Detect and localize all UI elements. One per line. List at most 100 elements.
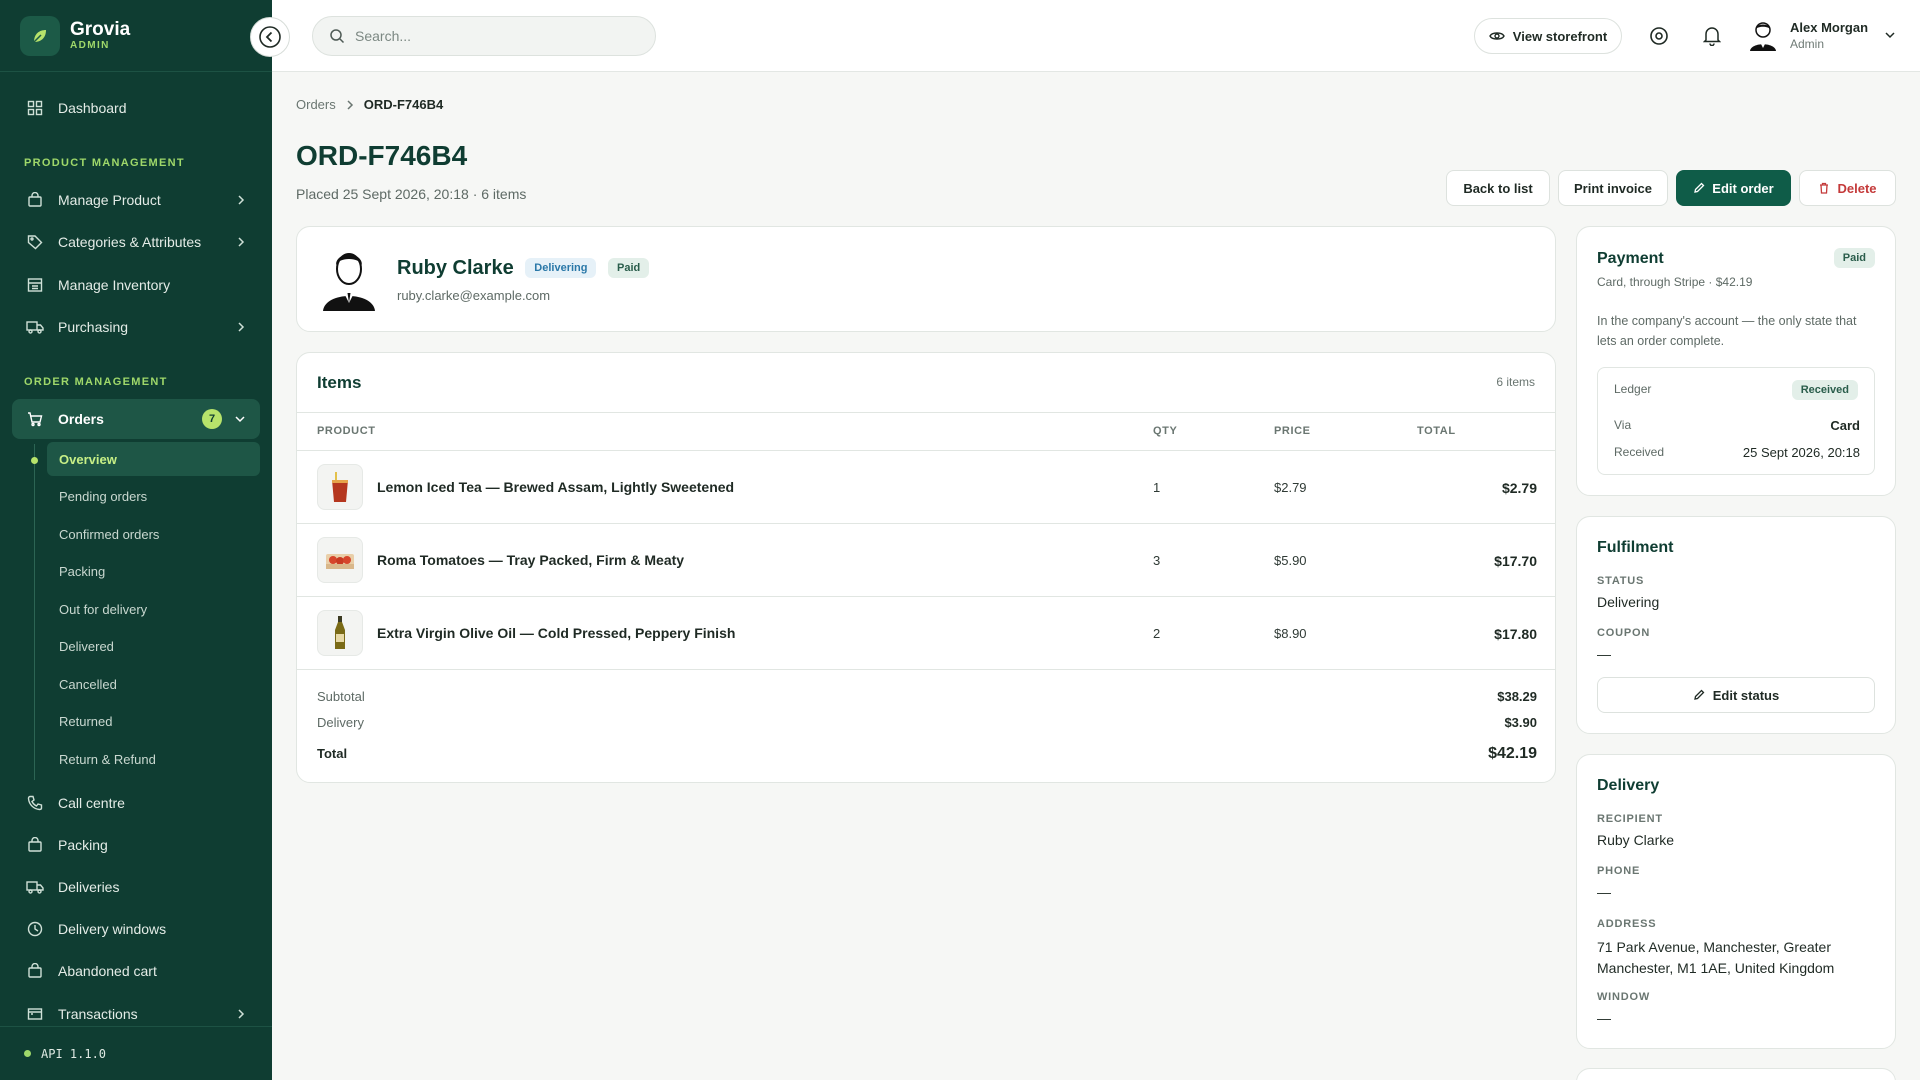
customer-name-text: Ruby Clarke — [397, 257, 514, 279]
sidebar-item-orders[interactable]: Orders 7 — [12, 399, 260, 439]
pencil-icon — [1694, 182, 1705, 193]
leaf-logo-icon — [20, 15, 60, 56]
sidebar-subitem-delivered[interactable]: Delivered — [47, 629, 260, 663]
search-box[interactable] — [312, 16, 656, 56]
sidebar-item-label: Transactions — [58, 1006, 138, 1022]
total-value: $42.19 — [1488, 745, 1537, 762]
section-order-management: ORDER MANAGEMENT — [24, 376, 168, 388]
sidebar-subitem-cancelled[interactable]: Cancelled — [47, 667, 260, 701]
search-input[interactable] — [355, 28, 635, 44]
status-label: STATUS — [1597, 575, 1645, 587]
items-count: 6 items — [1496, 375, 1535, 389]
avatar — [1750, 22, 1776, 51]
sidebar-subitem-confirmed[interactable]: Confirmed orders — [47, 517, 260, 551]
sidebar-subitem-return-refund[interactable]: Return & Refund — [47, 742, 260, 776]
column-header-total: TOTAL — [1417, 425, 1456, 437]
user-menu[interactable]: Alex Morgan Admin — [1746, 18, 1896, 52]
ledger-received: Received 25 Sept 2026, 20:18 — [1614, 445, 1860, 460]
topbar: View storefront Alex Morgan Admin — [272, 0, 1920, 72]
sidebar-item-call-centre[interactable]: Call centre — [12, 783, 260, 823]
sidebar-item-label: Purchasing — [58, 319, 129, 335]
subtotal-label: Subtotal — [317, 689, 365, 704]
sidebar-item-categories[interactable]: Categories & Attributes — [12, 222, 260, 262]
warehouse-icon — [26, 276, 44, 294]
collapse-sidebar-button[interactable] — [250, 17, 290, 57]
edit-order-button[interactable]: Edit order — [1676, 170, 1791, 206]
view-storefront-button[interactable]: View storefront — [1474, 18, 1622, 54]
sidebar-subitem-returned[interactable]: Returned — [47, 704, 260, 738]
sidebar-item-label: Call centre — [58, 795, 125, 811]
chevron-right-icon — [347, 99, 353, 110]
edit-status-button[interactable]: Edit status — [1597, 677, 1875, 713]
notifications-button[interactable] — [1700, 24, 1724, 48]
chevron-left-circle-icon — [259, 26, 281, 48]
qty-cell: 2 — [1153, 626, 1161, 641]
user-role: Admin — [1790, 36, 1825, 51]
sidebar-item-abandoned-cart[interactable]: Abandoned cart — [12, 951, 260, 991]
order-subtitle: Placed 25 Sept 2026, 20:18 · 6 items — [296, 186, 527, 202]
table-row[interactable]: Roma Tomatoes — Tray Packed, Firm & Meat… — [297, 523, 1555, 596]
product-name[interactable]: Roma Tomatoes — Tray Packed, Firm & Meat… — [377, 552, 684, 568]
product-name[interactable]: Extra Virgin Olive Oil — Cold Pressed, P… — [377, 625, 735, 641]
sidebar-item-label: Abandoned cart — [58, 963, 157, 979]
product-name[interactable]: Lemon Iced Tea — Brewed Assam, Lightly S… — [377, 479, 734, 495]
sidebar-item-label: Categories & Attributes — [58, 234, 202, 250]
back-to-list-button[interactable]: Back to list — [1446, 170, 1550, 206]
status-value: Delivering — [1597, 594, 1660, 610]
table-row[interactable]: Extra Virgin Olive Oil — Cold Pressed, P… — [297, 596, 1555, 669]
window-label: WINDOW — [1597, 991, 1651, 1003]
sidebar-item-manage-product[interactable]: Manage Product — [12, 180, 260, 220]
fulfilment-title: Fulfilment — [1597, 539, 1674, 556]
phone-label: PHONE — [1597, 865, 1641, 877]
customer-email: ruby.clarke@example.com — [397, 288, 551, 303]
settings-button[interactable] — [1647, 24, 1671, 48]
via-value: Card — [1830, 418, 1860, 433]
sidebar-subitem-out-for-delivery[interactable]: Out for delivery — [47, 592, 260, 626]
total-line: Total $42.19 — [317, 745, 1537, 762]
eye-icon — [1489, 32, 1505, 40]
grid-icon — [26, 99, 44, 117]
sidebar-item-packing[interactable]: Packing — [12, 825, 260, 865]
customer-card: Ruby Clarke Delivering Paid ruby.clarke@… — [296, 226, 1556, 332]
sidebar-item-delivery-windows[interactable]: Delivery windows — [12, 909, 260, 949]
payment-status-badge: Paid — [1833, 248, 1875, 268]
payment-note: In the company's account — the only stat… — [1597, 314, 1857, 348]
sidebar-subitem-pending[interactable]: Pending orders — [47, 479, 260, 513]
breadcrumb-current: ORD-F746B4 — [363, 97, 444, 112]
edit-label: Edit order — [1712, 180, 1774, 196]
delivery-line: Delivery $3.90 — [317, 715, 1537, 730]
table-row[interactable]: Lemon Iced Tea — Brewed Assam, Lightly S… — [297, 450, 1555, 523]
sidebar-item-dashboard[interactable]: Dashboard — [12, 88, 260, 128]
column-header-qty: QTY — [1153, 425, 1178, 437]
sidebar-subitem-packing[interactable]: Packing — [47, 554, 260, 588]
active-dot — [31, 457, 38, 464]
sidebar-item-deliveries[interactable]: Deliveries — [12, 867, 260, 907]
sidebar: Grovia ADMIN Dashboard PRODUCT MANAGEMEN… — [0, 0, 272, 1080]
chevron-down-icon — [1885, 32, 1895, 39]
status-dot — [24, 1050, 31, 1057]
print-invoice-button[interactable]: Print invoice — [1558, 170, 1668, 206]
delete-label: Delete — [1837, 180, 1877, 196]
fulfilment-card: Fulfilment STATUS Delivering COUPON — Ed… — [1576, 516, 1896, 734]
tomato-tray-icon — [317, 537, 363, 583]
delete-button[interactable]: Delete — [1799, 170, 1896, 206]
price-cell: $2.79 — [1274, 480, 1307, 495]
sidebar-item-label: Orders — [58, 411, 104, 427]
back-label: Back to list — [1463, 180, 1533, 196]
phone-icon — [26, 794, 44, 812]
chevron-right-icon — [236, 235, 246, 251]
subtotal-line: Subtotal $38.29 — [317, 689, 1537, 704]
brand[interactable]: Grovia ADMIN — [0, 0, 272, 72]
trash-icon — [1820, 182, 1829, 194]
bag-icon — [26, 836, 44, 854]
payment-method: Card, through Stripe · $42.19 — [1597, 275, 1753, 289]
sidebar-item-inventory[interactable]: Manage Inventory — [12, 265, 260, 305]
breadcrumb-orders[interactable]: Orders — [296, 97, 336, 112]
chevron-right-icon — [236, 1007, 246, 1023]
edit-status-label: Edit status — [1712, 687, 1780, 703]
sidebar-subitem-overview[interactable]: Overview — [47, 442, 260, 476]
cart-icon — [26, 410, 44, 428]
bag-icon — [26, 962, 44, 980]
sidebar-item-purchasing[interactable]: Purchasing — [12, 307, 260, 347]
ledger-box: Ledger Received Via Card Received 25 Sept … — [1597, 367, 1875, 475]
